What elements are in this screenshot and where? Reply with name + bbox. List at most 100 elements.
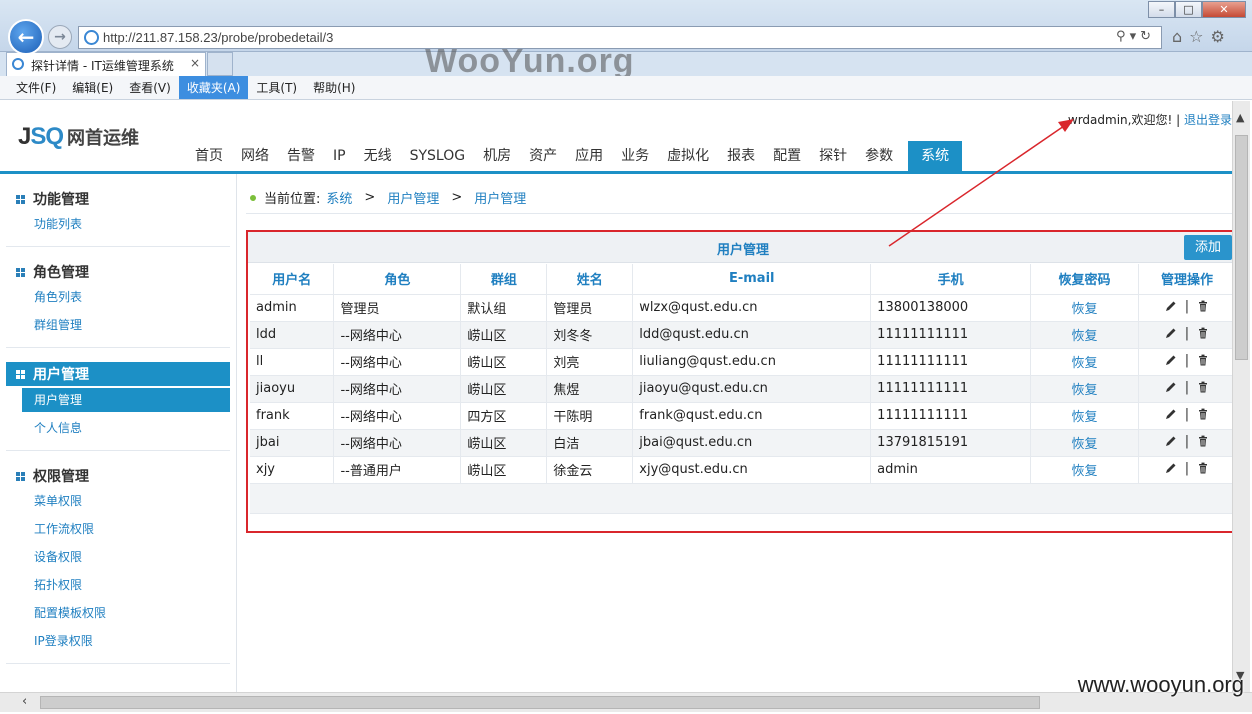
sidebar-item[interactable]: 拓扑权限 [6,571,230,599]
nav-item[interactable]: 网络 [232,141,278,172]
home-icon[interactable]: ⌂ [1172,27,1189,46]
sidebar-section-header[interactable]: 功能管理 [6,188,230,210]
sidebar-item[interactable]: 菜单权限 [6,487,230,515]
tab-close-icon[interactable]: × [190,56,200,70]
delete-trash-icon[interactable] [1197,462,1209,474]
sidebar-item[interactable]: 角色列表 [6,283,230,311]
table-footer-row [250,484,1232,514]
favorites-star-icon[interactable]: ☆ [1189,27,1210,46]
reset-password-link[interactable]: 恢复 [1030,402,1139,430]
edit-pencil-icon[interactable] [1165,462,1177,474]
vertical-scroll-thumb[interactable] [1235,135,1248,360]
vertical-scrollbar[interactable]: ▲ ▼ [1232,101,1250,692]
reset-password-link[interactable]: 恢复 [1030,294,1139,322]
scroll-up-icon[interactable]: ▲ [1236,111,1244,124]
sidebar-item[interactable]: 设备权限 [6,543,230,571]
nav-item[interactable]: 探针 [810,141,856,172]
nav-item[interactable]: 业务 [612,141,658,172]
menu-item[interactable]: 帮助(H) [305,76,363,99]
add-user-button[interactable]: 添加 [1184,235,1232,260]
browser-tab[interactable]: 探针详情 - IT运维管理系统 × [6,52,206,76]
edit-pencil-icon[interactable] [1165,354,1177,366]
cell-name: 刘冬冬 [546,321,634,349]
sidebar-section-header[interactable]: 权限管理 [6,465,230,487]
delete-trash-icon[interactable] [1197,435,1209,447]
reset-password-link[interactable]: 恢复 [1030,375,1139,403]
scroll-left-icon[interactable]: ‹ [22,694,27,709]
address-bar[interactable]: http://211.87.158.23/probe/probedetail/3… [78,26,1162,49]
menu-item[interactable]: 收藏夹(A) [178,76,249,99]
nav-item[interactable]: 虚拟化 [658,141,718,172]
nav-item[interactable]: 报表 [718,141,764,172]
nav-item[interactable]: 配置 [764,141,810,172]
sidebar-item[interactable]: 工作流权限 [6,515,230,543]
delete-trash-icon[interactable] [1197,381,1209,393]
horizontal-scrollbar[interactable]: ‹ [0,692,1252,712]
menu-item[interactable]: 编辑(E) [64,76,121,99]
menu-item[interactable]: 文件(F) [8,76,64,99]
reset-password-link[interactable]: 恢复 [1030,456,1139,484]
edit-pencil-icon[interactable] [1165,408,1177,420]
cell-name: 管理员 [546,294,634,322]
delete-trash-icon[interactable] [1197,327,1209,339]
logo-name: 网首运维 [67,128,140,149]
nav-item[interactable]: 无线 [355,141,401,172]
minimize-icon[interactable]: – [1148,1,1175,18]
menu-item[interactable]: 工具(T) [248,76,305,99]
gear-icon[interactable]: ⚙ [1211,27,1232,46]
horizontal-scroll-thumb[interactable] [40,696,1040,709]
new-tab-button[interactable] [207,52,233,76]
sidebar-item[interactable]: 个人信息 [6,414,230,442]
sidebar-item[interactable]: IP登录权限 [6,627,230,655]
close-window-icon[interactable]: ✕ [1202,1,1246,18]
sidebar-item[interactable]: 功能列表 [6,210,230,238]
cell-actions: | [1138,456,1232,484]
delete-trash-icon[interactable] [1197,354,1209,366]
address-tools-icon[interactable]: ⚲▾↻ [1116,29,1155,44]
delete-trash-icon[interactable] [1197,300,1209,312]
sidebar-section-header[interactable]: 角色管理 [6,261,230,283]
sidebar-item[interactable]: 配置模板权限 [6,599,230,627]
edit-pencil-icon[interactable] [1165,381,1177,393]
nav-item[interactable]: 机房 [474,141,520,172]
table-row: jbai --网络中心 崂山区 白洁 jbai@qust.edu.cn 137918151… [250,429,1232,457]
nav-item[interactable]: 应用 [566,141,612,172]
sidebar: 功能管理 功能列表 角色管理 角色列表 群组管理 用户管理 用户管理 个人信息 权限管理 菜单权限… [0,174,237,692]
logout-link[interactable]: 退出登录 [1184,113,1232,127]
cell-username: ldd [250,321,335,349]
sidebar-item[interactable]: 群组管理 [6,311,230,339]
url-text[interactable]: http://211.87.158.23/probe/probedetail/3 [103,30,333,45]
delete-trash-icon[interactable] [1197,408,1209,420]
edit-pencil-icon[interactable] [1165,300,1177,312]
breadcrumb-link-system[interactable]: 系统 [326,188,352,207]
site-logo[interactable]: JSQ 网首运维 [18,123,139,151]
nav-item[interactable]: 系统 [908,141,963,172]
reset-password-link[interactable]: 恢复 [1030,348,1139,376]
nav-item[interactable]: 参数 [856,141,902,172]
maximize-icon[interactable]: □ [1175,1,1202,18]
breadcrumb-link-current[interactable]: 用户管理 [474,188,526,207]
cell-email: liuliang@qust.edu.cn [632,348,872,376]
column-header: 管理操作 [1138,264,1232,295]
reset-password-link[interactable]: 恢复 [1030,321,1139,349]
forward-arrow-icon[interactable]: → [48,25,72,49]
nav-item[interactable]: 告警 [278,141,324,172]
edit-pencil-icon[interactable] [1165,435,1177,447]
edit-pencil-icon[interactable] [1165,327,1177,339]
sidebar-section-title: 权限管理 [33,469,89,485]
back-arrow-icon[interactable]: ← [8,19,44,55]
menu-item[interactable]: 查看(V) [121,76,179,99]
nav-item[interactable]: SYSLOG [401,141,475,172]
cell-actions: | [1138,429,1232,457]
nav-item[interactable]: 资产 [520,141,566,172]
reset-password-link[interactable]: 恢复 [1030,429,1139,457]
column-header: 群组 [460,264,548,295]
sidebar-section-header[interactable]: 用户管理 [6,362,230,386]
cell-email: frank@qust.edu.cn [632,402,872,430]
nav-item[interactable]: 首页 [186,141,232,172]
cell-group: 默认组 [460,294,548,322]
breadcrumb-link-user-mgmt[interactable]: 用户管理 [387,188,439,207]
nav-item[interactable]: IP [324,141,355,172]
sidebar-item[interactable]: 用户管理 [22,388,230,412]
cell-email: jbai@qust.edu.cn [632,429,872,457]
